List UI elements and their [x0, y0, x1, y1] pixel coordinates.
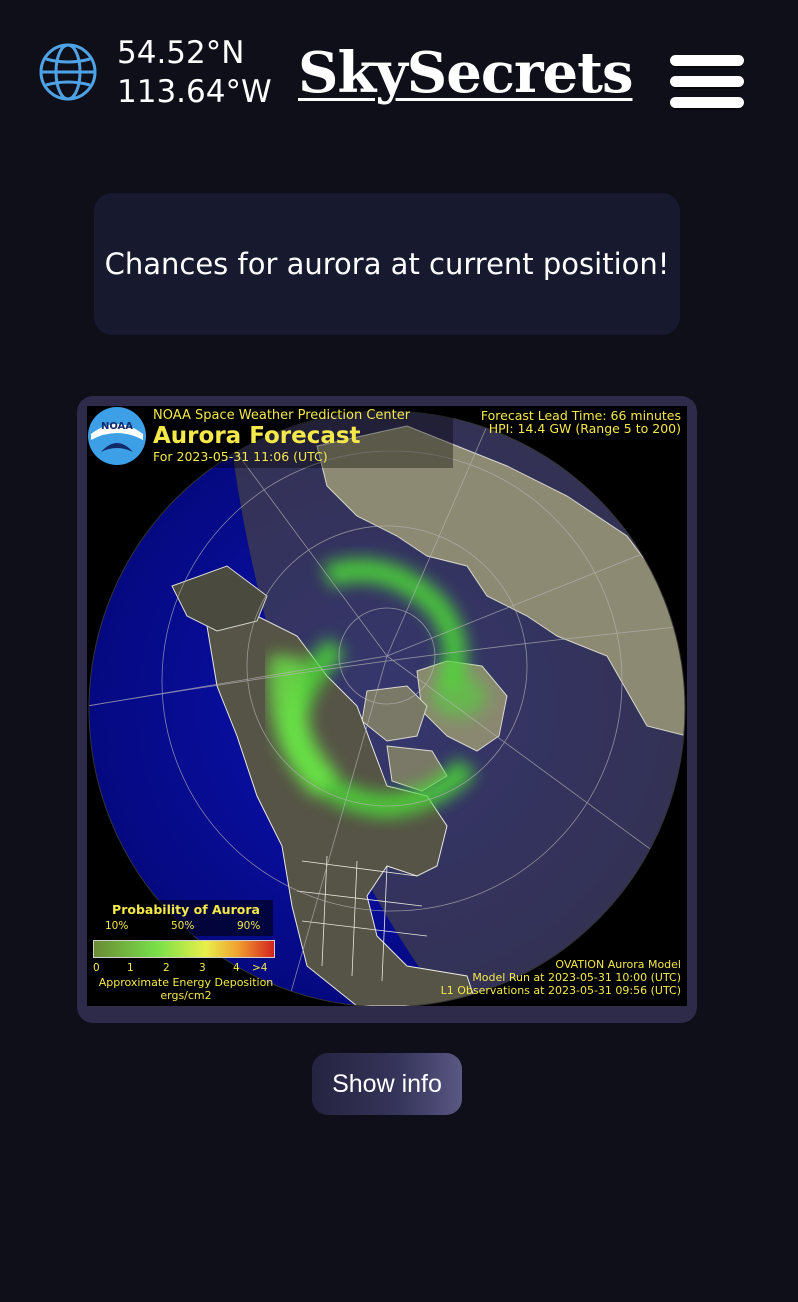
menu-bar [670, 55, 744, 66]
longitude-text: 113.64°W [117, 74, 272, 110]
aurora-forecast-image: NOAA NOAA Space Weather Prediction Cente… [87, 406, 687, 1006]
app-header: 54.52°N 113.64°W SkySecrets [0, 0, 798, 150]
menu-bar [670, 97, 744, 108]
map-date: For 2023-05-31 11:06 (UTC) [153, 449, 328, 464]
legend-energy-label: 0 [93, 962, 100, 974]
hpi-value: HPI: 14.4 GW (Range 5 to 200) [488, 421, 681, 436]
probability-legend: Probability of Aurora 10% 50% 90% 0 1 2 … [93, 900, 279, 1006]
legend-energy-caption: Approximate Energy Deposition [98, 976, 274, 989]
legend-energy-label: 2 [163, 962, 170, 974]
aurora-chance-banner: Chances for aurora at current position! [94, 193, 680, 335]
legend-energy-label: >4 [252, 962, 268, 974]
hamburger-menu-icon[interactable] [670, 55, 744, 110]
legend-percent-label: 10% [105, 920, 129, 932]
l1-observation-time: L1 Observations at 2023-05-31 09:56 (UTC… [440, 984, 681, 997]
model-name: OVATION Aurora Model [555, 958, 681, 971]
globe-icon[interactable] [38, 42, 98, 102]
legend-energy-label: 3 [199, 962, 206, 974]
coordinates: 54.52°N 113.64°W [117, 34, 272, 112]
legend-color-bar [93, 940, 275, 958]
legend-percent-label: 90% [237, 920, 261, 932]
show-info-button[interactable]: Show info [312, 1053, 462, 1115]
map-agency: NOAA Space Weather Prediction Center [153, 408, 411, 423]
legend-percent-label: 50% [171, 920, 195, 932]
map-title: Aurora Forecast [153, 423, 361, 449]
legend-title: Probability of Aurora [112, 902, 260, 917]
noaa-logo-text: NOAA [101, 421, 133, 432]
legend-energy-label: 1 [127, 962, 134, 974]
model-run-time: Model Run at 2023-05-31 10:00 (UTC) [472, 971, 681, 984]
noaa-logo: NOAA [88, 407, 146, 465]
banner-text: Chances for aurora at current position! [104, 247, 670, 281]
legend-energy-label: 4 [233, 962, 240, 974]
menu-bar [670, 76, 744, 87]
app-logo[interactable]: SkySecrets [298, 38, 633, 108]
forecast-card: NOAA NOAA Space Weather Prediction Cente… [77, 396, 697, 1023]
legend-units: ergs/cm2 [160, 989, 212, 1002]
latitude-text: 54.52°N [117, 35, 245, 71]
